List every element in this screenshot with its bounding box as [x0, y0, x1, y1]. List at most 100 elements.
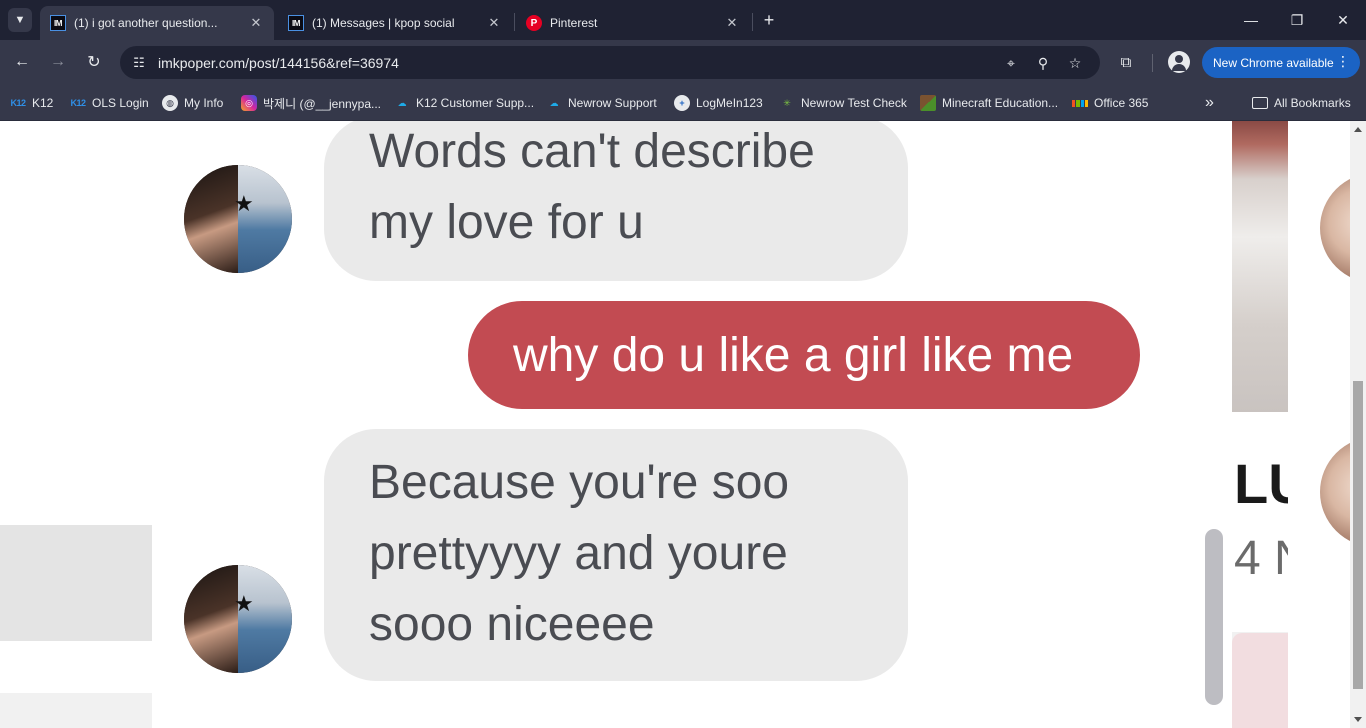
- page-scrollbar-thumb[interactable]: [1353, 381, 1363, 689]
- chat-scrollbar-thumb[interactable]: [1205, 529, 1223, 705]
- bookmark-office-365[interactable]: Office 365: [1072, 92, 1148, 114]
- tab-1[interactable]: IM (1) i got another question... ✕: [40, 6, 274, 40]
- globe-icon: ◍: [162, 95, 178, 111]
- bookmark-logmein123[interactable]: + LogMeIn123: [674, 92, 763, 114]
- message-line: sooo niceeee: [369, 598, 655, 651]
- pinterest-favicon-icon: P: [526, 15, 542, 31]
- salesforce-cloud-icon: ☁: [397, 97, 407, 108]
- scroll-down-icon[interactable]: [1354, 717, 1362, 722]
- message-line: Words can't describe: [369, 125, 815, 178]
- profile-avatar-icon[interactable]: [1168, 51, 1190, 73]
- bookmark-my-info[interactable]: ◍ My Info: [162, 92, 223, 114]
- message-line: prettyyyy and youre: [369, 527, 788, 580]
- close-tab-icon[interactable]: ✕: [248, 15, 264, 31]
- site-info-icon[interactable]: ☷: [128, 52, 150, 74]
- bookmark-label: Newrow Test Check: [801, 96, 907, 110]
- url-text[interactable]: imkpoper.com/post/144156&ref=36974: [158, 55, 399, 71]
- left-background: [0, 121, 152, 525]
- bookmarks-overflow-button[interactable]: »: [1205, 92, 1214, 114]
- tab-separator: [514, 13, 515, 31]
- left-background-lower: [0, 641, 152, 693]
- imkpoper-favicon-icon: IM: [288, 15, 304, 31]
- bookmark-label: K12: [32, 96, 54, 110]
- star-icon: ★: [234, 191, 254, 216]
- close-tab-icon[interactable]: ✕: [724, 15, 740, 31]
- folder-icon: [1252, 95, 1268, 111]
- bookmark-star-icon[interactable]: ☆: [1064, 52, 1086, 74]
- tab-separator: [752, 13, 753, 31]
- avatar[interactable]: ★: [184, 565, 292, 673]
- star-icon: ★: [234, 591, 254, 616]
- avatar-photo-right: [238, 565, 292, 673]
- tab-strip: ▼ IM (1) i got another question... ✕ IM …: [0, 0, 1366, 40]
- message-bubble-sent: why do u like a girl like me: [468, 301, 1140, 409]
- message-bubble-received: Words can't describe my love for u: [324, 121, 908, 281]
- newrow-burst-icon: ✳: [783, 97, 791, 108]
- update-label: New Chrome available: [1213, 55, 1334, 70]
- tab-title: (1) i got another question...: [74, 16, 218, 30]
- post-card: [1232, 412, 1288, 632]
- tab-title: (1) Messages | kpop social: [312, 16, 455, 30]
- pink-card: [1232, 633, 1288, 728]
- restore-button[interactable]: ❐: [1274, 0, 1320, 40]
- scroll-up-icon[interactable]: [1354, 127, 1362, 132]
- bookmark-label: Newrow Support: [568, 96, 657, 110]
- bookmark-ols-login[interactable]: K12 OLS Login: [70, 92, 149, 114]
- page-viewport: ★ Words can't describe my love for u why…: [0, 121, 1366, 728]
- chevron-down-icon: ▼: [14, 14, 26, 26]
- minecraft-icon: [920, 95, 936, 111]
- bookmark-label: All Bookmarks: [1274, 96, 1351, 110]
- instagram-icon: ◎: [241, 95, 257, 111]
- imkpoper-favicon-icon: IM: [50, 15, 66, 31]
- logmein-plus-icon: +: [674, 95, 690, 111]
- toolbar: ← → ↻ ☷ imkpoper.com/post/144156&ref=369…: [0, 40, 1366, 85]
- zoom-icon[interactable]: ⚲: [1032, 52, 1054, 74]
- k12-icon: K12: [10, 98, 26, 108]
- salesforce-cloud-icon: ☁: [549, 97, 559, 108]
- post-image[interactable]: [1232, 121, 1288, 412]
- avatar-photo-left: [184, 165, 238, 273]
- bookmark-k12[interactable]: K12 K12: [10, 92, 53, 114]
- page-scrollbar[interactable]: [1350, 121, 1366, 728]
- tab-3[interactable]: P Pinterest ✕: [516, 6, 750, 40]
- microsoft-logo-icon: [1072, 95, 1088, 111]
- bookmark-label: Office 365: [1094, 96, 1149, 110]
- k12-icon: K12: [70, 98, 86, 108]
- message-line: Because you're soo: [369, 456, 790, 509]
- tab-search-button[interactable]: ▼: [8, 8, 32, 32]
- bookmarks-bar: K12 K12 K12 OLS Login ◍ My Info ◎ 박제니 (@…: [0, 85, 1366, 121]
- bookmark-label: 박제니 (@__jennypa...: [263, 96, 382, 111]
- bookmark-label: LogMeIn123: [696, 96, 763, 110]
- bookmark-instagram[interactable]: ◎ 박제니 (@__jennypa...: [241, 92, 381, 114]
- toolbar-divider: [1152, 54, 1153, 72]
- left-gray-band: [0, 525, 152, 641]
- bookmark-newrow-support[interactable]: ☁ Newrow Support: [546, 92, 657, 114]
- extensions-icon[interactable]: ⧉: [1114, 50, 1138, 74]
- new-tab-button[interactable]: +: [758, 9, 780, 31]
- bookmark-label: OLS Login: [92, 96, 149, 110]
- all-bookmarks-button[interactable]: All Bookmarks: [1252, 92, 1351, 114]
- bookmark-label: K12 Customer Supp...: [416, 96, 535, 110]
- location-icon[interactable]: ⌖: [1000, 52, 1022, 74]
- close-window-button[interactable]: ✕: [1320, 0, 1366, 40]
- back-button[interactable]: ←: [8, 48, 36, 76]
- message-bubble-received: Because you're soo prettyyyy and youre s…: [324, 429, 908, 681]
- bookmark-newrow-test-check[interactable]: ✳ Newrow Test Check: [779, 92, 907, 114]
- bookmark-minecraft-education[interactable]: Minecraft Education...: [920, 92, 1058, 114]
- minimize-button[interactable]: —: [1228, 0, 1274, 40]
- address-bar[interactable]: ☷ imkpoper.com/post/144156&ref=36974 ⌖ ⚲…: [120, 46, 1100, 79]
- tab-2[interactable]: IM (1) Messages | kpop social ✕: [278, 6, 512, 40]
- message-line: why do u like a girl like me: [513, 328, 1074, 382]
- message-line: my love for u: [369, 196, 644, 249]
- forward-button[interactable]: →: [44, 48, 72, 76]
- avatar-photo-left: [184, 565, 238, 673]
- avatar-photo-right: [238, 165, 292, 273]
- reload-button[interactable]: ↻: [80, 48, 108, 76]
- avatar[interactable]: ★: [184, 165, 292, 273]
- bookmark-label: My Info: [184, 96, 224, 110]
- bookmark-label: Minecraft Education...: [942, 96, 1059, 110]
- new-chrome-available-button[interactable]: New Chrome available ⋮: [1202, 47, 1360, 78]
- close-tab-icon[interactable]: ✕: [486, 15, 502, 31]
- bookmark-k12-customer-support[interactable]: ☁ K12 Customer Supp...: [394, 92, 535, 114]
- menu-dots-icon: ⋮: [1336, 53, 1350, 69]
